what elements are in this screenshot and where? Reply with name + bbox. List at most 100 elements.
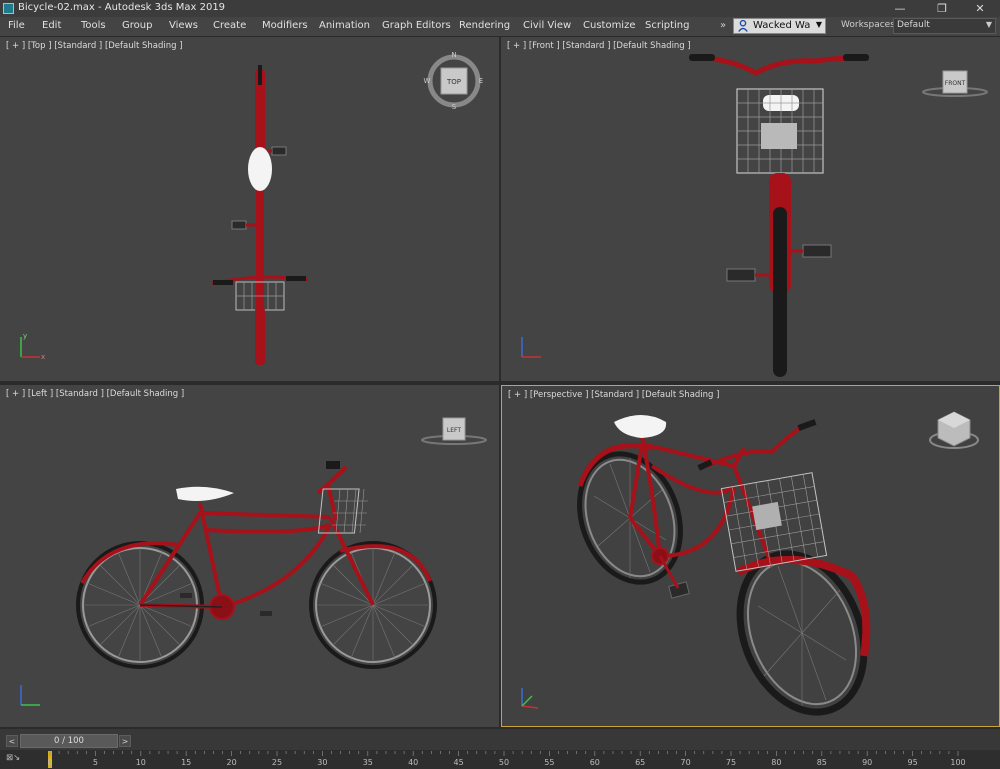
front-fender-top xyxy=(255,307,265,365)
ruler-label: 85 xyxy=(817,758,827,767)
menu-file[interactable]: File xyxy=(8,20,25,31)
workspace-value: Default xyxy=(897,20,930,30)
saddle-top xyxy=(248,147,272,191)
axis-x-label: x xyxy=(41,353,45,361)
pedal-persp xyxy=(668,581,690,599)
saddle-left xyxy=(176,486,234,501)
ruler-label: 60 xyxy=(590,758,600,767)
ruler-label: 75 xyxy=(726,758,736,767)
viewport-label-front[interactable]: [ + ] [Front ] [Standard ] [Default Shad… xyxy=(507,41,691,51)
viewcube-label-left: LEFT xyxy=(447,427,461,434)
menu-bar: File Edit Tools Group Views Create Modif… xyxy=(0,17,1000,37)
ruler-label: 90 xyxy=(862,758,872,767)
grip-left-front xyxy=(689,54,715,61)
viewport-perspective[interactable]: [ + ] [Perspective ] [Standard ] [Defaul… xyxy=(501,385,1000,727)
top-view-canvas: TOP N E S W y x xyxy=(20,51,483,365)
time-slider[interactable]: 0 / 100 xyxy=(20,734,118,748)
menu-modifiers[interactable]: Modifiers xyxy=(262,20,308,31)
menu-graph-editors[interactable]: Graph Editors xyxy=(382,20,451,31)
user-account-dropdown[interactable]: Wacked Wa ▼ xyxy=(733,18,826,34)
basket-plate xyxy=(761,123,797,149)
ruler-label: 55 xyxy=(544,758,554,767)
frame-left xyxy=(138,465,375,609)
pedal-right-top xyxy=(271,146,287,156)
menu-views[interactable]: Views xyxy=(169,20,198,31)
handlebar-front xyxy=(695,54,864,76)
ruler-label: 10 xyxy=(136,758,146,767)
track-bar[interactable]: 0 5 10 15 20 25 30 35 40 45 50 55 60 65 70 75 80 85 90 95 10… xyxy=(0,750,1000,769)
viewcube-label-front: FRONT xyxy=(945,80,966,87)
app-logo-icon xyxy=(3,3,14,14)
title-bar: Bicycle-02.max - Autodesk 3ds Max 2019 —… xyxy=(0,0,1000,17)
menu-customize[interactable]: Customize xyxy=(583,20,636,31)
grip-right-top xyxy=(286,276,306,281)
menu-overflow-button[interactable]: » xyxy=(720,20,726,31)
pedal-right-front xyxy=(802,244,832,258)
menu-tools[interactable]: Tools xyxy=(81,20,106,31)
ruler-label: 40 xyxy=(408,758,418,767)
viewcube-label: TOP xyxy=(446,78,461,86)
compass-north: N xyxy=(451,51,456,59)
track-filter-icon[interactable]: ⊠↘ xyxy=(6,753,20,763)
ruler-label: 15 xyxy=(181,758,191,767)
menu-scripting[interactable]: Scripting xyxy=(645,20,689,31)
front-view-canvas: FRONT xyxy=(521,54,988,377)
next-frame-button[interactable]: > xyxy=(119,735,131,747)
compass-west: W xyxy=(424,77,431,85)
saddle-persp xyxy=(614,415,667,438)
compass-east: E xyxy=(479,77,483,85)
menu-create[interactable]: Create xyxy=(213,20,246,31)
grip-right-front xyxy=(843,54,869,61)
ruler-label: 5 xyxy=(93,758,98,767)
ruler-label: 30 xyxy=(317,758,327,767)
grip-persp xyxy=(797,419,817,431)
workspace-select[interactable]: Default ▼ xyxy=(893,18,996,34)
ruler-label: 35 xyxy=(363,758,373,767)
time-slider-area: < 0 / 100 > 0 5 10 15 20 25 30 35 40 45 50 55 60 65 70… xyxy=(0,729,1000,769)
ruler-label: 100 xyxy=(950,758,965,767)
maximize-button[interactable]: ❐ xyxy=(922,0,962,17)
chevron-down-icon: ▼ xyxy=(985,20,992,29)
viewport-label-perspective[interactable]: [ + ] [Perspective ] [Standard ] [Defaul… xyxy=(508,390,719,400)
pedal-left-side xyxy=(180,593,192,598)
close-button[interactable]: ✕ xyxy=(960,0,1000,17)
menu-edit[interactable]: Edit xyxy=(42,20,61,31)
pedal-left-front xyxy=(726,268,756,282)
ruler-label: 50 xyxy=(499,758,509,767)
viewport-front[interactable]: FRONT [ + ] [Front ] [Standard ] [Defaul… xyxy=(501,37,1000,381)
workspaces-label: Workspaces: xyxy=(841,20,898,30)
menu-animation[interactable]: Animation xyxy=(319,20,370,31)
front-tire-front xyxy=(773,207,787,377)
ruler-label: 25 xyxy=(272,758,282,767)
pedal-right-side xyxy=(260,611,272,616)
ruler-label: 70 xyxy=(681,758,691,767)
axis-y-label: y xyxy=(23,332,27,340)
pedal-left-top xyxy=(231,220,247,230)
ruler-label: 0 xyxy=(47,758,52,767)
compass-south: S xyxy=(452,103,457,111)
viewport-left[interactable]: LEFT [ + ] [Left ] [Standard ] [Default … xyxy=(0,385,499,727)
rear-tire-top xyxy=(258,65,262,85)
menu-civil-view[interactable]: Civil View xyxy=(523,20,571,31)
window-title: Bicycle-02.max - Autodesk 3ds Max 2019 xyxy=(18,2,226,13)
grip-left-top xyxy=(213,280,233,285)
perspective-view-canvas xyxy=(521,411,979,716)
prev-frame-button[interactable]: < xyxy=(6,735,18,747)
chevron-down-icon: ▼ xyxy=(815,20,822,29)
viewport-label-top[interactable]: [ + ] [Top ] [Standard ] [Default Shadin… xyxy=(6,41,183,51)
frame-persp xyxy=(628,424,806,567)
ruler-label: 20 xyxy=(227,758,237,767)
ruler-label: 80 xyxy=(771,758,781,767)
viewport-label-left[interactable]: [ + ] [Left ] [Standard ] [Default Shadi… xyxy=(6,389,184,399)
menu-group[interactable]: Group xyxy=(122,20,152,31)
menu-rendering[interactable]: Rendering xyxy=(459,20,510,31)
ruler-label: 95 xyxy=(908,758,918,767)
viewport-top[interactable]: TOP N E S W y x [ + ] [Top ] [Standard ]… xyxy=(0,37,499,381)
ruler-label: 45 xyxy=(454,758,464,767)
basket-grid-left xyxy=(332,488,368,534)
grip-left-side xyxy=(326,461,340,469)
ruler-label: 65 xyxy=(635,758,645,767)
left-view-canvas: LEFT xyxy=(20,417,487,706)
minimize-button[interactable]: — xyxy=(880,0,920,17)
user-name: Wacked Wa xyxy=(753,20,811,31)
